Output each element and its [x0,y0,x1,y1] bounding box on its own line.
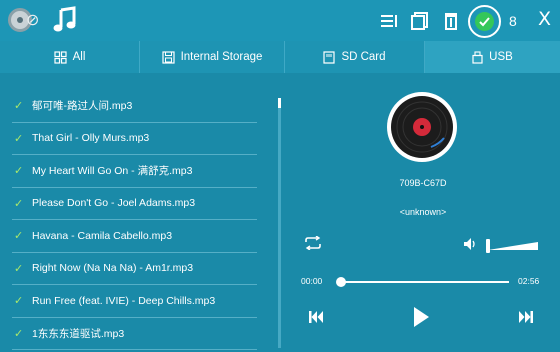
album-art [387,92,457,162]
close-button[interactable]: X [538,9,551,29]
checkmark-icon[interactable]: ✓ [14,294,28,307]
checkmark-icon[interactable]: ✓ [14,164,28,177]
file-name: My Heart Will Go On - 满舒克.mp3 [32,165,193,178]
previous-track-icon[interactable] [308,310,324,324]
file-item[interactable]: ✓ Right Now (Na Na Na) - Am1r.mp3 [12,253,257,285]
repeat-icon[interactable] [304,236,322,250]
tab-label: SD Card [341,51,386,63]
total-time: 02:56 [518,276,540,286]
file-name: 1东东东道驱试.mp3 [32,327,125,340]
tab-label: USB [489,51,513,63]
trash-icon[interactable] [439,9,463,33]
volume-slider[interactable] [486,239,538,253]
file-item[interactable]: ✓ 郁可唯-路过人间.mp3 [12,90,257,123]
storage-tabs: All Internal Storage SD Card USB [0,41,560,73]
music-note-icon [53,6,76,32]
grid-icon [54,50,67,64]
tab-usb[interactable]: USB [425,41,560,73]
file-item[interactable]: ✓ Please Don't Go - Joel Adams.mp3 [12,188,257,220]
sd-card-icon [323,50,336,64]
sort-list-icon[interactable] [377,9,401,33]
file-item[interactable]: ✓ 1东东东道驱试.mp3 [12,318,257,350]
checkmark-icon[interactable]: ✓ [14,262,28,275]
selected-count: 8 [509,13,517,29]
usb-drive-icon [472,50,483,64]
tab-sd-card[interactable]: SD Card [285,41,425,73]
checkmark-icon[interactable]: ✓ [14,197,28,210]
file-name: Run Free (feat. IVIE) - Deep Chills.mp3 [32,294,216,307]
checkmark-icon[interactable]: ✓ [14,132,28,145]
checkmark-icon[interactable]: ✓ [14,99,28,112]
file-name: 郁可唯-路过人间.mp3 [32,100,133,113]
volume-knob[interactable] [486,239,490,253]
scrollbar-thumb[interactable] [278,98,281,108]
file-name: Please Don't Go - Joel Adams.mp3 [32,197,196,210]
volume-level [488,242,538,250]
file-name: Right Now (Na Na Na) - Am1r.mp3 [32,262,194,275]
tab-internal-storage[interactable]: Internal Storage [140,41,285,73]
file-item[interactable]: ✓ Run Free (feat. IVIE) - Deep Chills.mp3 [12,285,257,318]
player-app-icon[interactable]: ⊘ [8,8,39,32]
tab-label: Internal Storage [180,51,263,63]
check-circle-icon [475,12,494,31]
music-player-app: ⊘ 8 X All Internal Storage SD Card USB ✓… [0,0,560,352]
vinyl-record-icon [391,96,453,158]
play-icon[interactable] [412,306,430,328]
file-item[interactable]: ✓ Havana - Camila Cabello.mp3 [12,220,257,253]
floppy-disk-icon [161,50,175,64]
volume-icon[interactable] [463,237,479,251]
list-scrollbar[interactable] [278,98,281,348]
tab-label: All [72,51,86,63]
file-name: That Girl - Olly Murs.mp3 [32,132,150,145]
checkmark-icon[interactable]: ✓ [14,327,28,340]
checkmark-icon[interactable]: ✓ [14,229,28,242]
file-item[interactable]: ✓ That Girl - Olly Murs.mp3 [12,123,257,155]
current-time: 00:00 [301,276,323,286]
select-all-button[interactable] [468,5,501,38]
track-title: 709B-C67D [399,178,447,188]
file-item[interactable]: ✓ My Heart Will Go On - 满舒克.mp3 [12,155,257,188]
seek-knob[interactable] [336,277,346,287]
track-artist: <unknown> [399,207,447,217]
tab-all[interactable]: All [0,41,140,73]
next-track-icon[interactable] [518,310,534,324]
seek-bar[interactable] [336,277,509,287]
copy-layers-icon[interactable] [408,9,432,33]
file-list: ✓ 郁可唯-路过人间.mp3 ✓ That Girl - Olly Murs.mp3… [12,90,257,352]
file-name: Havana - Camila Cabello.mp3 [32,229,173,242]
top-toolbar: ⊘ 8 X [0,0,560,41]
